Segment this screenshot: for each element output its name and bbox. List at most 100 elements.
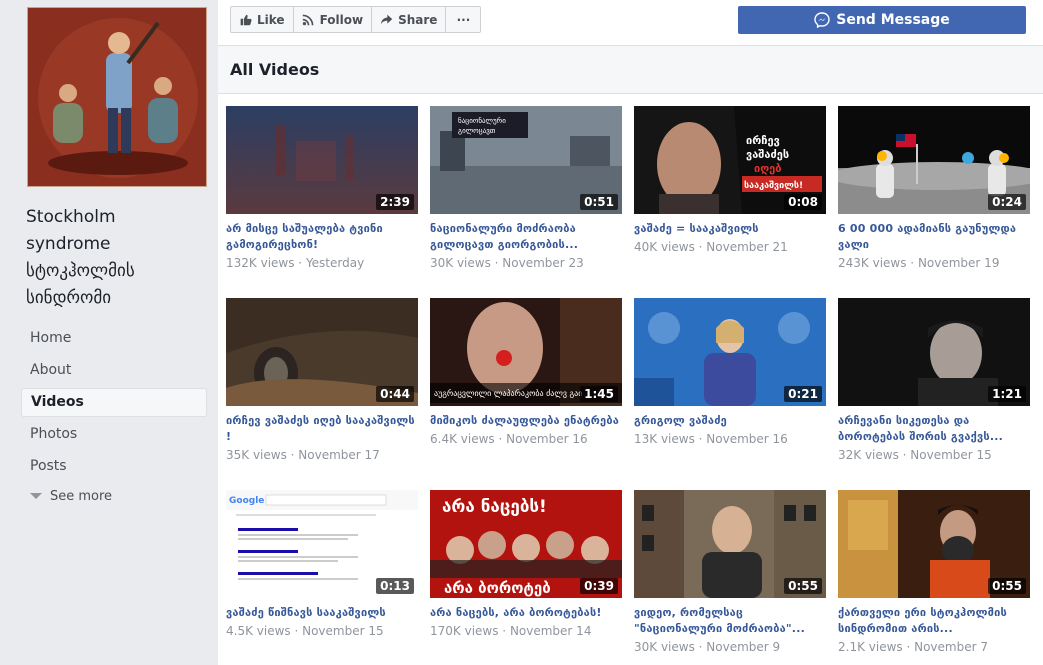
page-name[interactable]: Stockholm syndrome სტოკჰოლმის სინდრომი <box>26 204 206 312</box>
video-views: 2.1K views <box>838 640 903 654</box>
video-title-link[interactable]: 6 00 000 ადამიანს გაუნულდა ვალი <box>838 221 1030 253</box>
page-name-line: სინდრომი <box>26 288 112 308</box>
video-date: November 21 <box>706 240 788 254</box>
video-views: 4.5K views <box>226 624 291 638</box>
video-title-link[interactable]: მიშიკოს ძალაუფლება ენატრება <box>430 413 622 429</box>
video-meta: 32K views · November 15 <box>838 448 992 462</box>
more-dots-icon: ··· <box>456 12 471 27</box>
video-title-link[interactable]: არა ნაცებს, არა ბოროტებას! <box>430 605 622 621</box>
video-thumbnail[interactable]: 1:21 <box>838 298 1030 406</box>
video-card[interactable]: 0:55 ქართველი ერი სტოკჰოლმის სინდრომით ა… <box>838 490 1030 655</box>
section-title: All Videos <box>230 60 320 79</box>
video-date: November 15 <box>302 624 384 638</box>
page-action-bar: Like Follow Share ··· Send Message <box>218 0 1043 46</box>
video-duration: 0:08 <box>784 194 822 210</box>
send-message-button[interactable]: Send Message <box>738 6 1026 34</box>
video-date: November 17 <box>298 448 380 462</box>
video-duration: 1:21 <box>988 386 1026 402</box>
left-sidebar: Stockholm syndrome სტოკჰოლმის სინდრომი H… <box>0 0 218 665</box>
video-card[interactable]: 0:24 6 00 000 ადამიანს გაუნულდა ვალი 243… <box>838 106 1030 271</box>
video-card[interactable]: 1:21 არჩევანი სიკეთესა და ბოროტებას შორი… <box>838 298 1030 463</box>
video-meta: 132K views · Yesterday <box>226 256 365 270</box>
video-date: November 19 <box>917 256 1000 270</box>
video-date: November 16 <box>706 432 788 446</box>
svg-text:არა ნაცებს!: არა ნაცებს! <box>442 497 547 517</box>
nav-item-about[interactable]: About <box>21 356 207 385</box>
video-thumbnail[interactable]: არა ნაცებს! არა ბოროტებ 0:39 <box>430 490 622 598</box>
video-views: 13K views <box>634 432 695 446</box>
video-thumbnail[interactable]: 0:21 <box>634 298 826 406</box>
see-more-label: See more <box>50 488 113 504</box>
video-title-link[interactable]: ირჩევ ვაშაძეს იღებ სააკაშვილს ! <box>226 413 418 445</box>
caret-down-icon <box>30 493 42 499</box>
nav-item-home[interactable]: Home <box>21 324 207 353</box>
video-card[interactable]: აუგრაცვლილი ლაპარაკობა ძალვ გაი 1:45 მიშ… <box>430 298 622 447</box>
follow-button[interactable]: Follow <box>292 6 373 33</box>
video-thumbnail[interactable]: Google 0:13 <box>226 490 418 598</box>
video-card[interactable]: 0:44 ირჩევ ვაშაძეს იღებ სააკაშვილს ! 35K… <box>226 298 418 463</box>
page-nav: Home About Videos Photos Posts See more <box>21 324 207 507</box>
video-title-link[interactable]: არჩევანი სიკეთესა და ბოროტებას შორის გვა… <box>838 413 1030 445</box>
video-thumbnail[interactable]: ირჩევ ვაშაძეს იღებ სააკაშვილს! 0:08 <box>634 106 826 214</box>
video-title-link[interactable]: ქართველი ერი სტოკჰოლმის სინდრომით არის..… <box>838 605 1030 637</box>
video-thumbnail[interactable]: აუგრაცვლილი ლაპარაკობა ძალვ გაი 1:45 <box>430 298 622 406</box>
more-options-button[interactable]: ··· <box>445 6 482 33</box>
video-title-link[interactable]: ვიდეო, რომელსაც "ნაციონალური მოძრაობა"..… <box>634 605 826 637</box>
nav-item-posts[interactable]: Posts <box>21 452 207 481</box>
like-label: Like <box>257 12 285 27</box>
svg-text:ნაციონალური: ნაციონალური <box>458 116 506 125</box>
nav-item-photos[interactable]: Photos <box>21 420 207 449</box>
video-views: 30K views <box>430 256 491 270</box>
video-card[interactable]: ნაციონალური გილოცავთ 0:51 ნაციონალური მოძ… <box>430 106 622 271</box>
video-views: 132K views <box>226 256 295 270</box>
share-arrow-icon <box>380 14 393 25</box>
video-date: November 16 <box>506 432 588 446</box>
video-meta: 4.5K views · November 15 <box>226 624 384 638</box>
see-more-link[interactable]: See more <box>21 485 207 507</box>
page-name-line: syndrome <box>26 234 111 254</box>
share-button[interactable]: Share <box>371 6 447 33</box>
video-meta: 13K views · November 16 <box>634 432 788 446</box>
video-card[interactable]: არა ნაცებს! არა ბოროტებ 0:39 არა ნაცებს, … <box>430 490 622 639</box>
video-meta: 170K views · November 14 <box>430 624 592 638</box>
video-duration: 0:44 <box>376 386 414 402</box>
video-duration: 2:39 <box>376 194 414 210</box>
video-title-link[interactable]: არ მისცე საშუალება ტვინი გამოგირეცხონ! <box>226 221 418 253</box>
video-duration: 0:24 <box>988 194 1026 210</box>
video-date: Yesterday <box>305 256 365 270</box>
video-thumbnail[interactable]: 0:55 <box>838 490 1030 598</box>
video-card[interactable]: ირჩევ ვაშაძეს იღებ სააკაშვილს! 0:08 ვაშაძე … <box>634 106 826 255</box>
nav-item-videos[interactable]: Videos <box>21 388 207 417</box>
rss-follow-icon <box>302 14 313 26</box>
video-title-link[interactable]: ვაშაძე = სააკაშვილს <box>634 221 826 237</box>
video-thumbnail[interactable]: ნაციონალური გილოცავთ 0:51 <box>430 106 622 214</box>
video-date: November 14 <box>509 624 592 638</box>
video-date: November 7 <box>914 640 988 654</box>
video-duration: 0:13 <box>376 578 414 594</box>
video-thumbnail[interactable]: 0:24 <box>838 106 1030 214</box>
page-profile-picture[interactable] <box>27 7 207 187</box>
svg-text:ირჩევ: ირჩევ <box>746 134 780 147</box>
video-duration: 0:51 <box>580 194 618 210</box>
like-button[interactable]: Like <box>230 6 294 33</box>
video-date: November 9 <box>706 640 781 654</box>
video-card[interactable]: Google 0:13 ვაშაძე წიშნავს სააკაშვილს 4.… <box>226 490 418 639</box>
video-title-link[interactable]: ნაციონალური მოძრაობა გილოცავთ გიორგობის.… <box>430 221 622 253</box>
video-duration: 1:45 <box>580 386 618 402</box>
video-views: 6.4K views <box>430 432 495 446</box>
video-meta: 243K views · November 19 <box>838 256 1000 270</box>
video-card[interactable]: 2:39 არ მისცე საშუალება ტვინი გამოგირეცხ… <box>226 106 418 271</box>
video-duration: 0:21 <box>784 386 822 402</box>
video-views: 32K views <box>838 448 899 462</box>
video-thumbnail[interactable]: 0:44 <box>226 298 418 406</box>
video-title-link[interactable]: ვაშაძე წიშნავს სააკაშვილს <box>226 605 418 621</box>
video-card[interactable]: 0:21 გრიგოლ ვაშაძე 13K views · November … <box>634 298 826 447</box>
video-thumbnail[interactable]: 2:39 <box>226 106 418 214</box>
videos-header: All Videos <box>218 46 1043 94</box>
video-date: November 23 <box>502 256 584 270</box>
svg-text:Google: Google <box>229 496 264 506</box>
video-card[interactable]: 0:55 ვიდეო, რომელსაც "ნაციონალური მოძრაო… <box>634 490 826 655</box>
video-title-link[interactable]: გრიგოლ ვაშაძე <box>634 413 826 429</box>
video-meta: 30K views · November 9 <box>634 640 781 654</box>
video-thumbnail[interactable]: 0:55 <box>634 490 826 598</box>
